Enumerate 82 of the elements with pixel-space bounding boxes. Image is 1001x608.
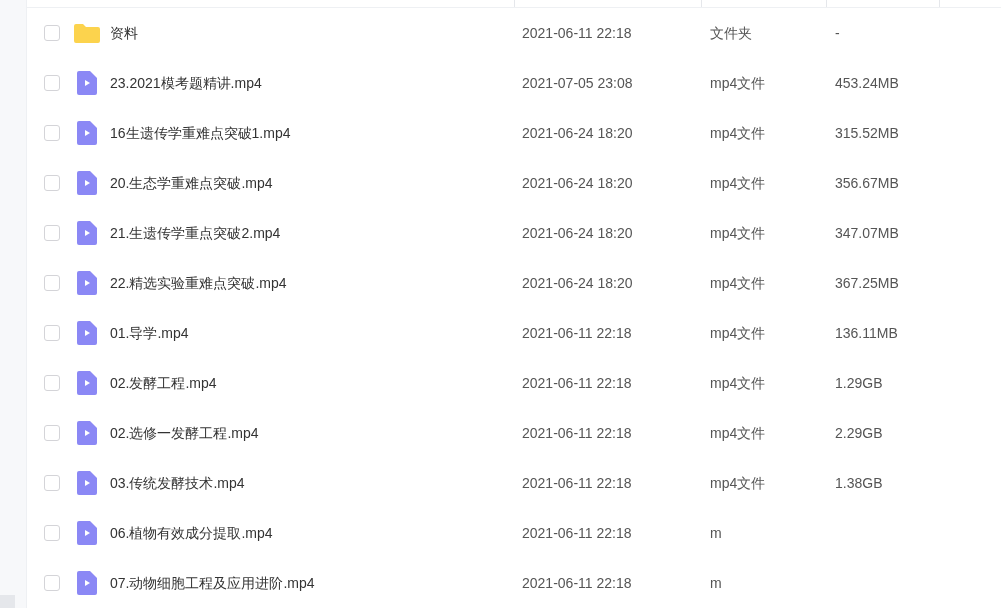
file-row[interactable]: 07.动物细胞工程及应用进阶.mp4 2021-06-11 22:18 m [27,558,1001,608]
file-size: 367.25MB [835,273,899,293]
file-type: mp4文件 [710,323,767,343]
file-size: 1.29GB [835,373,883,393]
file-name: 02.发酵工程.mp4 [110,373,218,393]
checkbox[interactable] [44,125,60,141]
file-size: 347.07MB [835,223,899,243]
modified-date: 2021-06-11 22:18 [522,423,633,443]
file-name: 02.选修一发酵工程.mp4 [110,423,260,443]
file-type: mp4文件 [710,73,767,93]
checkbox[interactable] [44,75,60,91]
video-file-icon [77,521,97,545]
checkbox[interactable] [44,275,60,291]
file-size: 2.29GB [835,423,883,443]
file-type: mp4文件 [710,223,767,243]
modified-date: 2021-06-11 22:18 [522,23,633,43]
file-row[interactable]: 21.生遗传学重点突破2.mp4 2021-06-24 18:20 mp4文件 347.07MB [27,208,1001,258]
file-row[interactable]: 资料 2021-06-11 22:18 文件夹 - [27,8,1001,58]
file-type: mp4文件 [710,273,767,293]
file-name: 01.导学.mp4 [110,323,190,343]
checkbox[interactable] [44,225,60,241]
file-name: 资料 [110,23,139,43]
file-type: 文件夹 [710,23,753,43]
file-name: 22.精选实验重难点突破.mp4 [110,273,288,293]
modified-date: 2021-06-11 22:18 [522,573,633,593]
file-name: 16生遗传学重难点突破1.mp4 [110,123,292,143]
checkbox[interactable] [44,525,60,541]
file-size: 1.38GB [835,473,883,493]
checkbox[interactable] [44,425,60,441]
modified-date: 2021-06-11 22:18 [522,523,633,543]
file-row[interactable]: 06.植物有效成分提取.mp4 2021-06-11 22:18 m [27,508,1001,558]
video-file-icon [77,371,97,395]
checkbox[interactable] [44,25,60,41]
file-type: mp4文件 [710,373,767,393]
video-file-icon [77,121,97,145]
file-name: 21.生遗传学重点突破2.mp4 [110,223,282,243]
file-row[interactable]: 01.导学.mp4 2021-06-11 22:18 mp4文件 136.11MB [27,308,1001,358]
file-name: 23.2021模考题精讲.mp4 [110,73,263,93]
file-size: - [835,23,840,43]
video-file-icon [77,421,97,445]
checkbox[interactable] [44,175,60,191]
file-type: m [710,573,723,593]
file-type: mp4文件 [710,473,767,493]
file-name: 20.生态学重难点突破.mp4 [110,173,274,193]
video-file-icon [77,471,97,495]
modified-date: 2021-06-24 18:20 [522,273,634,293]
modified-date: 2021-06-11 22:18 [522,473,633,493]
modified-date: 2021-06-11 22:18 [522,373,633,393]
video-file-icon [77,221,97,245]
file-type: mp4文件 [710,123,767,143]
modified-date: 2021-06-24 18:20 [522,173,634,193]
file-size: 315.52MB [835,123,899,143]
modified-date: 2021-06-11 22:18 [522,323,633,343]
checkbox[interactable] [44,475,60,491]
folder-icon [74,23,100,43]
file-type: mp4文件 [710,423,767,443]
file-size: 356.67MB [835,173,899,193]
file-name: 07.动物细胞工程及应用进阶.mp4 [110,573,316,593]
video-file-icon [77,171,97,195]
file-name: 03.传统发酵技术.mp4 [110,473,246,493]
file-row[interactable]: 02.发酵工程.mp4 2021-06-11 22:18 mp4文件 1.29GB [27,358,1001,408]
file-type: m [710,523,723,543]
modified-date: 2021-06-24 18:20 [522,223,634,243]
checkbox[interactable] [44,325,60,341]
file-row[interactable]: 23.2021模考题精讲.mp4 2021-07-05 23:08 mp4文件 453.24MB [27,58,1001,108]
video-file-icon [77,71,97,95]
checkbox[interactable] [44,375,60,391]
file-row[interactable]: 16生遗传学重难点突破1.mp4 2021-06-24 18:20 mp4文件 315.52MB [27,108,1001,158]
file-row[interactable]: 02.选修一发酵工程.mp4 2021-06-11 22:18 mp4文件 2.29GB [27,408,1001,458]
file-row[interactable]: 03.传统发酵技术.mp4 2021-06-11 22:18 mp4文件 1.38GB [27,458,1001,508]
file-size: 453.24MB [835,73,899,93]
file-name: 06.植物有效成分提取.mp4 [110,523,274,543]
file-row[interactable]: 20.生态学重难点突破.mp4 2021-06-24 18:20 mp4文件 356.67MB [27,158,1001,208]
video-file-icon [77,571,97,595]
modified-date: 2021-06-24 18:20 [522,123,634,143]
modified-date: 2021-07-05 23:08 [522,73,634,93]
video-file-icon [77,271,97,295]
file-size: 136.11MB [835,323,898,343]
file-type: mp4文件 [710,173,767,193]
file-row[interactable]: 22.精选实验重难点突破.mp4 2021-06-24 18:20 mp4文件 367.25MB [27,258,1001,308]
video-file-icon [77,321,97,345]
checkbox[interactable] [44,575,60,591]
